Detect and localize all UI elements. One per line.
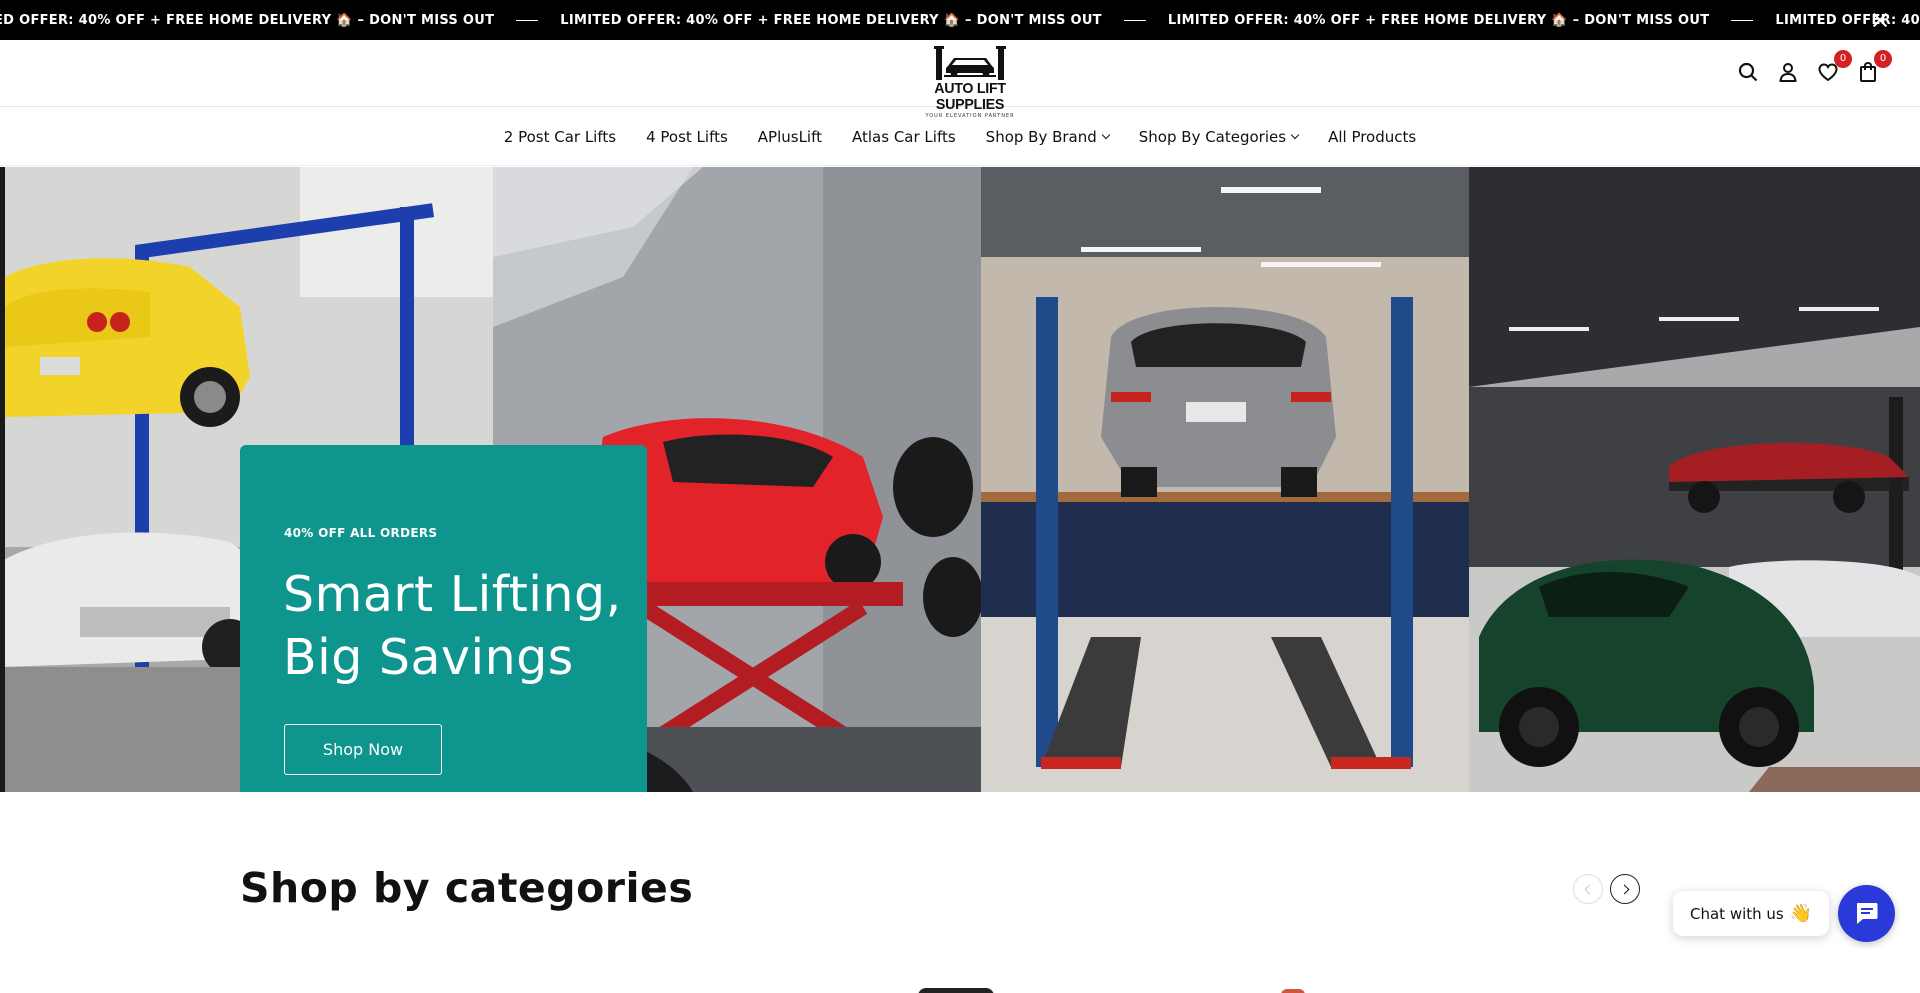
nav-item-4-post-lifts[interactable]: 4 Post Lifts xyxy=(646,128,728,146)
nav-item-shop-by-categories[interactable]: Shop By Categories xyxy=(1138,127,1300,146)
heart-icon[interactable]: 0 xyxy=(1816,50,1852,84)
promo-eyebrow: 40% OFF ALL ORDERS xyxy=(284,526,438,540)
chevron-down-icon xyxy=(1101,130,1111,139)
wishlist-count-badge: 0 xyxy=(1834,50,1852,68)
announcement-divider xyxy=(516,19,539,21)
site-header: AUTO LIFT SUPPLIES YOUR ELEVATION PARTNE… xyxy=(0,40,1920,119)
chat-prompt[interactable]: Chat with us 👋 xyxy=(1673,891,1829,936)
carousel-prev-button[interactable] xyxy=(1573,874,1603,904)
section-title: Shop by categories xyxy=(240,864,694,912)
nav-item-label: APlusLift xyxy=(757,127,822,146)
cart-count-badge: 0 xyxy=(1874,50,1892,68)
category-card-image[interactable] xyxy=(918,988,994,993)
main-nav: 2 Post Car Lifts 4 Post Lifts APlusLift … xyxy=(0,108,1920,166)
hero-image-green-car-four-post-lift xyxy=(1469,167,1920,792)
category-card-image[interactable] xyxy=(1281,989,1305,993)
hero-banner: 40% OFF ALL ORDERS Smart Lifting, Big Sa… xyxy=(0,167,1920,792)
nav-item-label: 4 Post Lifts xyxy=(646,127,728,146)
announcement-text: LIMITED OFFER: 40% OFF + FREE HOME DEL xyxy=(1775,12,1920,28)
waving-hand-icon: 👋 xyxy=(1789,903,1813,924)
lift-logo-icon xyxy=(934,46,1006,80)
announcement-text: ED OFFER: 40% OFF + FREE HOME DELIVERY 🏠… xyxy=(0,12,495,28)
announcement-text: LIMITED OFFER: 40% OFF + FREE HOME DELIV… xyxy=(1167,12,1710,28)
announcement-bar: ED OFFER: 40% OFF + FREE HOME DELIVERY 🏠… xyxy=(0,0,1920,40)
nav-item-label: All Products xyxy=(1328,127,1417,146)
chat-label: Chat with us xyxy=(1690,904,1784,923)
nav-item-label: Shop By Brand xyxy=(985,127,1097,146)
hero-promo-card: 40% OFF ALL ORDERS Smart Lifting, Big Sa… xyxy=(240,445,647,792)
nav-item-label: Atlas Car Lifts xyxy=(852,127,956,146)
nav-item-shop-by-brand[interactable]: Shop By Brand xyxy=(985,127,1111,146)
nav-item-apluslift[interactable]: APlusLift xyxy=(758,128,822,146)
announcement-text: LIMITED OFFER: 40% OFF + FREE HOME DELIV… xyxy=(560,12,1102,28)
nav-item-atlas-car-lifts[interactable]: Atlas Car Lifts xyxy=(852,128,956,146)
promo-headline: Smart Lifting, Big Savings xyxy=(283,566,622,686)
chat-bubble-icon xyxy=(1857,903,1878,924)
carousel-next-button[interactable] xyxy=(1610,874,1640,904)
user-icon[interactable] xyxy=(1776,60,1800,84)
chat-launcher-button[interactable] xyxy=(1838,885,1895,942)
close-icon[interactable] xyxy=(1870,10,1890,30)
chevron-down-icon xyxy=(1290,130,1300,139)
hero-image-suv-two-post-lift xyxy=(981,167,1469,792)
categories-section: Shop by categories xyxy=(0,792,1920,993)
bag-icon[interactable]: 0 xyxy=(1856,50,1892,84)
shop-now-button[interactable]: Shop Now xyxy=(284,724,442,775)
header-actions: 0 0 xyxy=(1736,50,1892,84)
announcement-divider xyxy=(1731,19,1754,21)
site-logo[interactable]: AUTO LIFT SUPPLIES YOUR ELEVATION PARTNE… xyxy=(899,46,1041,119)
search-icon[interactable] xyxy=(1736,60,1760,84)
nav-item-label: 2 Post Car Lifts xyxy=(503,127,617,146)
announcement-divider xyxy=(1123,19,1146,21)
announcement-marquee: ED OFFER: 40% OFF + FREE HOME DELIVERY 🏠… xyxy=(0,0,1920,40)
nav-item-2-post-car-lifts[interactable]: 2 Post Car Lifts xyxy=(504,128,616,146)
nav-item-all-products[interactable]: All Products xyxy=(1328,128,1416,146)
nav-item-label: Shop By Categories xyxy=(1138,127,1287,146)
